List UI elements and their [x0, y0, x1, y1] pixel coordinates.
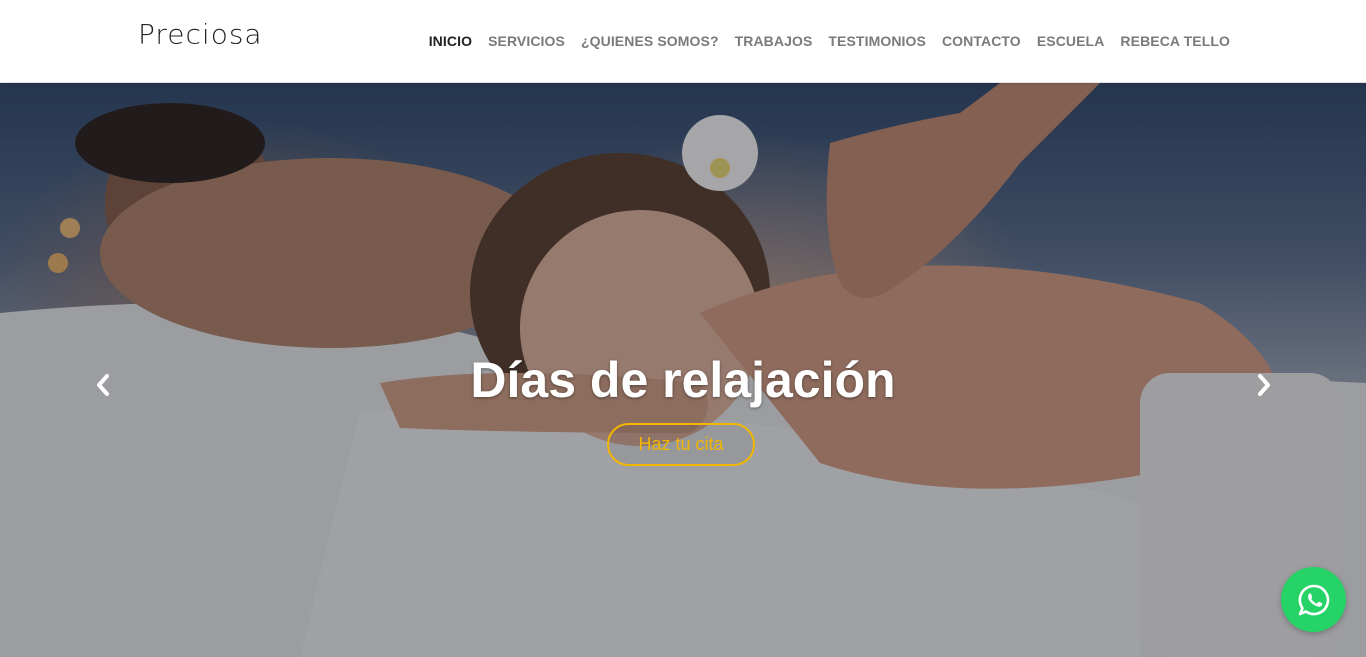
nav-item-testimonios[interactable]: TESTIMONIOS	[828, 33, 926, 49]
nav-item-trabajos[interactable]: TRABAJOS	[735, 33, 813, 49]
main-nav: INICIO SERVICIOS ¿QUIENES SOMOS? TRABAJO…	[429, 33, 1230, 49]
book-appointment-button[interactable]: Haz tu cita	[607, 423, 755, 466]
nav-item-escuela[interactable]: ESCUELA	[1037, 33, 1105, 49]
hero-carousel: Días de relajación Haz tu cita	[0, 83, 1366, 657]
brand-logo[interactable]: Preciosa	[138, 19, 263, 50]
nav-item-contacto[interactable]: CONTACTO	[942, 33, 1021, 49]
nav-item-servicios[interactable]: SERVICIOS	[488, 33, 565, 49]
nav-item-quienes-somos[interactable]: ¿QUIENES SOMOS?	[581, 33, 719, 49]
whatsapp-icon	[1298, 584, 1329, 615]
top-navbar: Preciosa INICIO SERVICIOS ¿QUIENES SOMOS…	[0, 0, 1366, 83]
hero-caption: Días de relajación	[470, 352, 896, 408]
whatsapp-button[interactable]	[1281, 567, 1346, 632]
nav-item-inicio[interactable]: INICIO	[429, 33, 472, 49]
nav-item-rebeca-tello[interactable]: REBECA TELLO	[1120, 33, 1230, 49]
